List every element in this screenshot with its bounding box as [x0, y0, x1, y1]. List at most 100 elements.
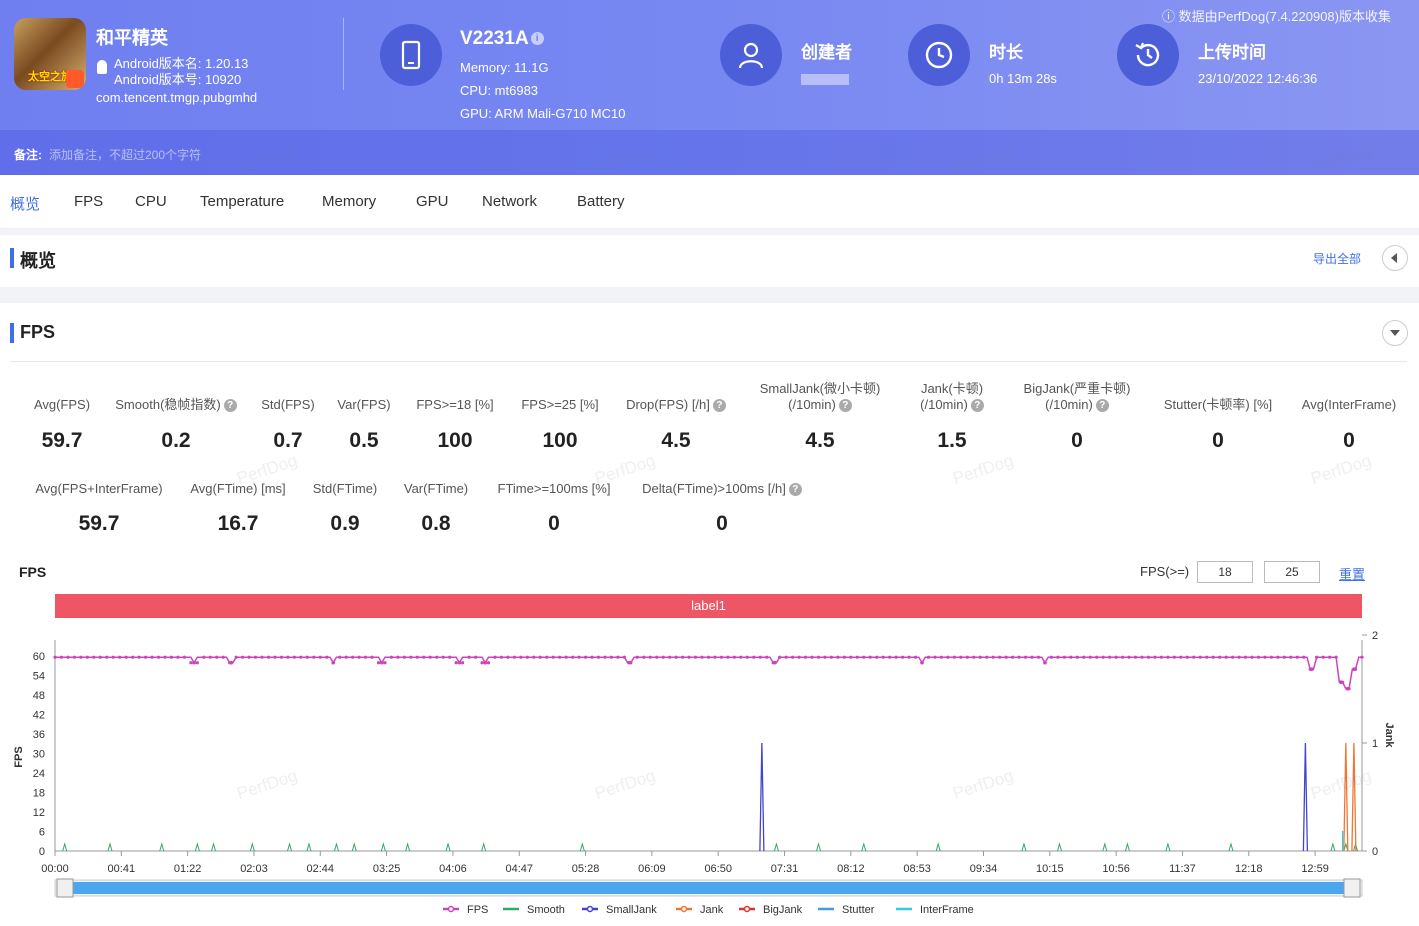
- smooth-spike: [1343, 842, 1349, 852]
- y-tick-label: 12: [33, 807, 45, 819]
- fps-point: [862, 655, 866, 659]
- help-icon[interactable]: ?: [1095, 399, 1109, 413]
- divider: [10, 361, 1407, 362]
- fps-point: [564, 655, 568, 659]
- fps-point: [952, 655, 956, 659]
- fps-point: [985, 655, 989, 659]
- fps-point: [1127, 655, 1131, 659]
- fps-point: [1030, 655, 1034, 659]
- fps-point: [402, 655, 406, 659]
- x-tick-label: 10:15: [1036, 863, 1064, 875]
- fps-point: [1218, 655, 1222, 659]
- fps-point: [920, 661, 924, 665]
- fps-dip-point: [483, 660, 488, 665]
- stat-value: 0.2: [161, 429, 191, 452]
- fps-point: [1224, 655, 1228, 659]
- tab-cpu[interactable]: CPU: [135, 193, 167, 210]
- fps-point: [778, 655, 782, 659]
- fps-point: [344, 655, 348, 659]
- fps-point: [215, 655, 219, 659]
- smooth-spike: [333, 842, 339, 852]
- fps-point: [1082, 655, 1086, 659]
- collapse-left-button[interactable]: [1382, 245, 1408, 271]
- section-accent: [10, 323, 14, 343]
- fps-point: [1108, 655, 1112, 659]
- fps-point: [1023, 655, 1028, 659]
- fps-point: [131, 655, 135, 659]
- tab-fps[interactable]: FPS: [74, 193, 103, 210]
- fps-point: [1140, 655, 1144, 659]
- y-tick-label: 24: [33, 768, 45, 780]
- y-tick-label: 54: [33, 671, 45, 683]
- fps-point: [661, 655, 665, 659]
- smalljank-spike: [759, 742, 765, 852]
- fps-point: [933, 655, 937, 659]
- label-bar[interactable]: label1: [55, 594, 1362, 618]
- x-tick-label: 11:37: [1169, 863, 1196, 875]
- tab-temperature[interactable]: Temperature: [200, 193, 284, 210]
- fps-point: [1211, 655, 1215, 659]
- tab-memory[interactable]: Memory: [322, 193, 376, 210]
- fps-series-line: [55, 656, 1362, 690]
- fps-point: [855, 655, 859, 659]
- fps-point: [551, 655, 555, 659]
- fps-point: [409, 655, 413, 659]
- threshold-input-1[interactable]: 18: [1197, 561, 1253, 583]
- fps-point: [312, 655, 316, 659]
- note-input[interactable]: 添加备注，不超过200个字符: [49, 146, 201, 163]
- fps-point: [616, 655, 620, 659]
- x-tick-label: 04:47: [505, 863, 533, 875]
- fps-point: [1340, 680, 1345, 684]
- fps-point: [1185, 655, 1189, 659]
- tab-battery[interactable]: Battery: [577, 193, 625, 210]
- fps-point: [1269, 655, 1274, 659]
- x-tick-label: 08:12: [837, 863, 865, 875]
- smooth-spike: [107, 842, 113, 852]
- legend-label: SmallJank: [606, 904, 657, 916]
- threshold-input-2[interactable]: 25: [1264, 561, 1320, 583]
- range-slider-handle-left: [56, 878, 74, 898]
- fps-point: [1166, 655, 1170, 659]
- fps-point: [784, 655, 788, 659]
- x-tick-label: 04:06: [439, 863, 467, 875]
- chevron-left-icon: [1391, 253, 1397, 263]
- fps-point: [752, 655, 756, 659]
- collapse-button[interactable]: [1382, 320, 1408, 346]
- stat-label: Delta(FTime)>100ms [/h]?: [612, 481, 832, 497]
- tab-gpu[interactable]: GPU: [416, 193, 449, 210]
- fps-point: [959, 655, 963, 659]
- stat-value: 0: [1212, 429, 1224, 452]
- fps-point: [1153, 655, 1157, 659]
- help-icon[interactable]: ?: [788, 483, 802, 497]
- tab-overview[interactable]: 概览: [10, 193, 40, 214]
- tab-network[interactable]: Network: [482, 193, 537, 210]
- fps-point: [202, 655, 206, 659]
- info-icon[interactable]: i: [530, 32, 544, 46]
- fps-point: [648, 655, 652, 659]
- fps-point: [499, 655, 504, 659]
- chevron-down-icon: [1390, 330, 1400, 336]
- fps-point: [797, 655, 801, 659]
- duration-value: 0h 13m 28s: [989, 71, 1057, 86]
- export-all-link[interactable]: 导出全部: [1313, 250, 1361, 267]
- fps-point: [907, 655, 911, 659]
- fps-point: [810, 655, 814, 659]
- fps-point: [221, 655, 225, 659]
- smooth-spike: [62, 842, 68, 852]
- fps-point: [435, 655, 439, 659]
- reset-button[interactable]: 重置: [1339, 564, 1365, 583]
- y2-tick-label: 1: [1372, 738, 1378, 750]
- fps-point: [1062, 655, 1066, 659]
- fps-point: [1347, 687, 1351, 691]
- watermark: PerfDog: [950, 765, 1016, 804]
- fps-point: [1049, 655, 1054, 659]
- fps-point: [493, 655, 497, 659]
- fps-point: [681, 655, 685, 659]
- smooth-spike: [351, 842, 357, 852]
- fps-point: [1017, 655, 1021, 659]
- fps-point: [163, 655, 167, 659]
- fps-dip-point: [627, 660, 632, 665]
- fps-point: [693, 655, 698, 659]
- creator-value-redacted: [801, 74, 849, 85]
- fps-point: [732, 655, 736, 659]
